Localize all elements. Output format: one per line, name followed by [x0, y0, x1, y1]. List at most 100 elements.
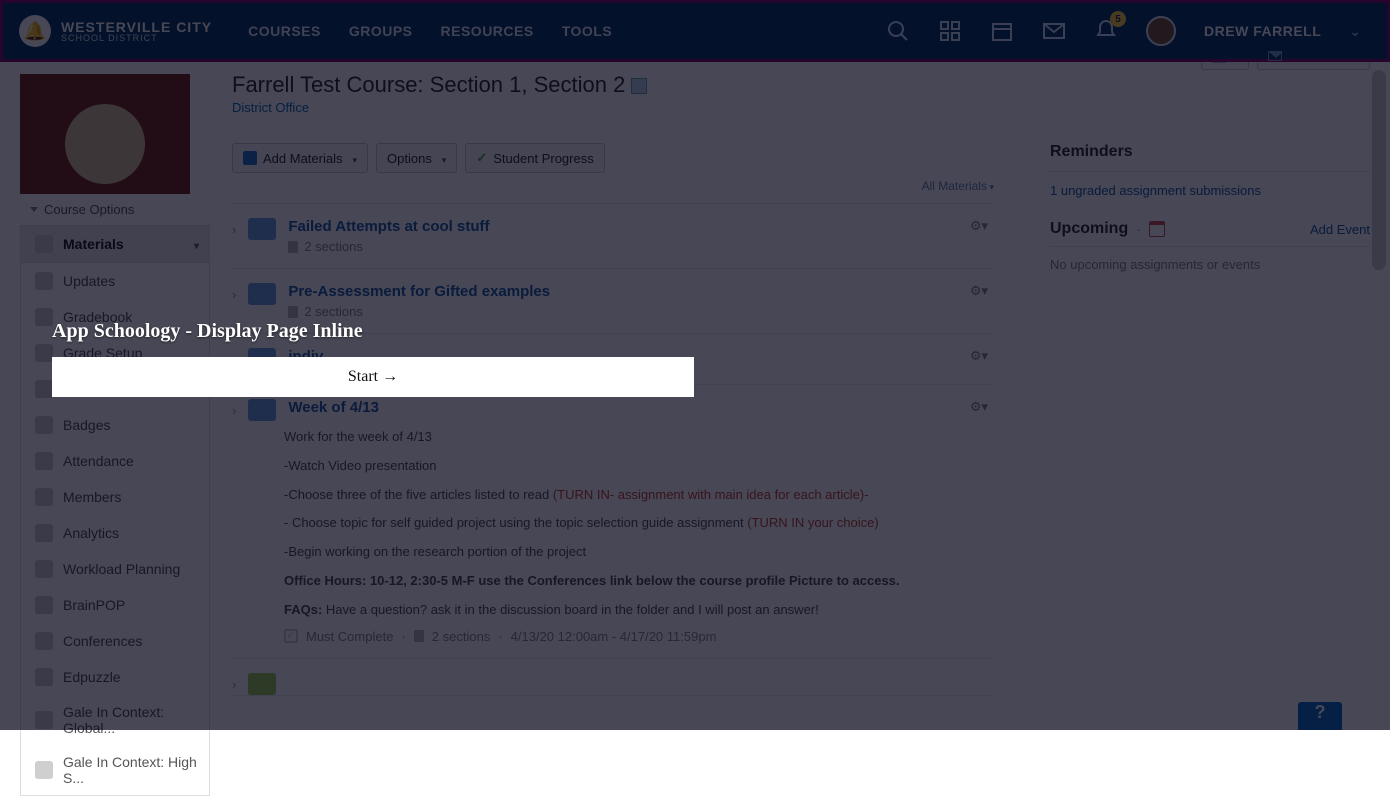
- header-right: 5 DREW FARRELL ⌄: [886, 16, 1387, 46]
- course-info-icon[interactable]: [631, 78, 647, 94]
- sidebar-item-brainpop[interactable]: BrainPOP: [21, 587, 209, 623]
- options-button[interactable]: Options: [376, 143, 457, 173]
- folder-gear-icon[interactable]: [970, 348, 988, 364]
- school-link[interactable]: District Office: [232, 100, 309, 115]
- help-button[interactable]: ?: [1298, 702, 1342, 730]
- folder-icon[interactable]: [248, 218, 276, 240]
- folder-sections: 2 sections: [304, 239, 363, 254]
- body-text-bold: FAQs:: [284, 602, 326, 617]
- materials-toolbar: Add Materials Options ✓ Student Progress: [232, 143, 994, 173]
- chevron-down-icon: [194, 236, 199, 252]
- sidebar-item-label: Badges: [63, 417, 110, 433]
- conferences-icon: [35, 632, 53, 650]
- sidebar-item-label: Attendance: [63, 453, 134, 469]
- gale-icon: [35, 761, 53, 779]
- sidebar-item-edpuzzle[interactable]: Edpuzzle: [21, 659, 209, 695]
- folder-gear-icon[interactable]: [970, 283, 988, 299]
- main-nav: COURSES GROUPS RESOURCES TOOLS: [248, 23, 612, 39]
- workload-icon: [35, 560, 53, 578]
- course-options-label: Course Options: [44, 202, 134, 217]
- body-text-bold: Office Hours: 10-12, 2:30-5 M-F use the …: [284, 571, 990, 592]
- attendance-icon: [35, 452, 53, 470]
- folder-row: ›: [232, 658, 994, 696]
- expand-icon[interactable]: ›: [232, 677, 236, 692]
- folder-icon[interactable]: [248, 283, 276, 305]
- sidebar-item-label: Members: [63, 489, 121, 505]
- mastery-icon: [35, 380, 53, 398]
- apps-icon[interactable]: [938, 19, 962, 43]
- sidebar-item-workload[interactable]: Workload Planning: [21, 551, 209, 587]
- nav-groups[interactable]: GROUPS: [349, 23, 413, 39]
- start-button[interactable]: Start →: [52, 357, 694, 397]
- materials-row: Add Materials Options ✓Student Progress …: [232, 143, 1370, 696]
- expand-icon[interactable]: ›: [232, 222, 236, 237]
- ungraded-link[interactable]: 1 ungraded assignment submissions: [1050, 183, 1261, 198]
- folder-body: Work for the week of 4/13 -Watch Video p…: [284, 427, 990, 621]
- sidebar-item-gale-high[interactable]: Gale In Context: High S...: [21, 745, 209, 795]
- must-complete-label: Must Complete: [306, 629, 393, 644]
- gradebook-icon: [35, 308, 53, 326]
- nav-resources[interactable]: RESOURCES: [441, 23, 534, 39]
- user-menu-chevron-icon[interactable]: ⌄: [1349, 23, 1361, 40]
- sidebar-item-materials[interactable]: Materials: [21, 225, 209, 263]
- sidebar-item-gale-global[interactable]: Gale In Context: Global...: [21, 695, 209, 745]
- folder-icon[interactable]: [248, 399, 276, 421]
- add-materials-button[interactable]: Add Materials: [232, 143, 368, 173]
- edpuzzle-icon: [35, 668, 53, 686]
- mail-icon[interactable]: [1042, 19, 1066, 43]
- options-label: Options: [387, 151, 432, 166]
- folder-meta: 2 sections: [288, 304, 550, 319]
- bell-icon[interactable]: 5: [1094, 19, 1118, 43]
- course-header: Farrell Test Course: Section 1, Section …: [232, 72, 1370, 115]
- sidebar-item-members[interactable]: Members: [21, 479, 209, 515]
- expand-icon[interactable]: ›: [232, 403, 236, 418]
- calendar-icon[interactable]: [990, 19, 1014, 43]
- body-text: Have a question? ask it in the discussio…: [326, 602, 819, 617]
- sections-icon: [414, 630, 424, 642]
- main-column: Farrell Test Course: Section 1, Section …: [210, 72, 1370, 730]
- folder-gear-icon[interactable]: [970, 218, 988, 234]
- folder-gear-icon[interactable]: [970, 399, 988, 415]
- sidebar-item-conferences[interactable]: Conferences: [21, 623, 209, 659]
- footer-dates: 4/13/20 12:00am - 4/17/20 11:59pm: [511, 629, 717, 644]
- course-image: [20, 74, 190, 194]
- sidebar-item-attendance[interactable]: Attendance: [21, 443, 209, 479]
- brand-text: WESTERVILLE CITY SCHOOL DISTRICT: [61, 20, 212, 43]
- expand-icon[interactable]: ›: [232, 287, 236, 302]
- members-icon: [35, 488, 53, 506]
- nav-tools[interactable]: TOOLS: [562, 23, 612, 39]
- chevron-down-icon: [348, 151, 357, 166]
- nav-courses[interactable]: COURSES: [248, 23, 321, 39]
- student-progress-label: Student Progress: [493, 151, 593, 166]
- student-progress-button[interactable]: ✓ Student Progress: [465, 143, 604, 173]
- course-options-dropdown[interactable]: Course Options: [20, 194, 210, 225]
- sidebar-item-label: Updates: [63, 273, 115, 289]
- brand: 🔔 WESTERVILLE CITY SCHOOL DISTRICT: [3, 15, 228, 47]
- add-event-link[interactable]: Add Event: [1310, 222, 1370, 237]
- folder-title[interactable]: Week of 4/13: [288, 399, 379, 416]
- reminders-heading: Reminders: [1050, 143, 1370, 172]
- all-materials-dropdown[interactable]: All Materials: [232, 179, 994, 193]
- sidebar-item-updates[interactable]: Updates: [21, 263, 209, 299]
- folder-title[interactable]: Pre-Assessment for Gifted examples: [288, 283, 550, 300]
- sidebar-item-badges[interactable]: Badges: [21, 407, 209, 443]
- add-materials-label: Add Materials: [263, 151, 342, 166]
- scrollbar[interactable]: [1372, 70, 1386, 270]
- brand-line1: WESTERVILLE CITY: [61, 20, 212, 34]
- left-column: Course Options Materials Updates Gradebo…: [20, 72, 210, 730]
- calendar-small-icon[interactable]: [1149, 221, 1165, 237]
- search-icon[interactable]: [886, 19, 910, 43]
- user-name: DREW FARRELL: [1204, 23, 1321, 39]
- check-icon: ✓: [476, 150, 487, 166]
- folder-row: › Failed Attempts at cool stuff 2 sectio…: [232, 203, 994, 268]
- sections-icon: [288, 306, 298, 318]
- folder-icon[interactable]: [248, 673, 276, 695]
- footer-sections: 2 sections: [432, 629, 491, 644]
- folder-title[interactable]: Failed Attempts at cool stuff: [288, 218, 489, 235]
- avatar[interactable]: [1146, 16, 1176, 46]
- folder-footer: Must Complete · 2 sections · 4/13/20 12:…: [284, 629, 990, 644]
- body-text: Work for the week of 4/13: [284, 427, 990, 448]
- sidebar-item-label: Edpuzzle: [63, 669, 121, 685]
- no-upcoming-text: No upcoming assignments or events: [1050, 257, 1370, 272]
- sidebar-item-analytics[interactable]: Analytics: [21, 515, 209, 551]
